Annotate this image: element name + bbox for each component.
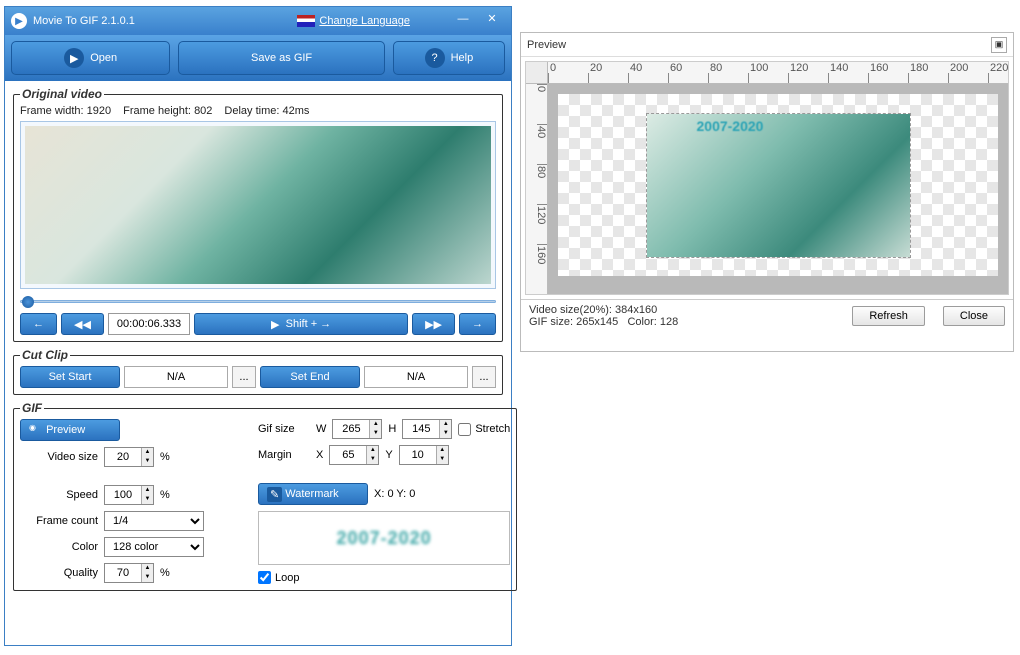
start-value: N/A: [124, 366, 228, 388]
gif-preview-image: 2007-2020: [647, 114, 910, 257]
delay-time-value: 42ms: [283, 105, 310, 117]
flag-icon: [297, 15, 315, 27]
app-title: Movie To GIF 2.1.0.1: [33, 15, 135, 27]
watermark-button[interactable]: ✎ Watermark: [258, 483, 368, 505]
titlebar: ▶ Movie To GIF 2.1.0.1 Change Language —…: [5, 7, 511, 35]
speed-stepper[interactable]: ▲▼: [104, 485, 154, 505]
cut-clip-legend: Cut Clip: [20, 348, 70, 362]
shift-forward-button[interactable]: ▶ Shift + →: [194, 313, 408, 335]
gif-selection[interactable]: 2007-2020: [646, 113, 911, 258]
playback-controls: ← ◀◀ 00:00:06.333 ▶ Shift + → ▶▶ →: [20, 313, 496, 335]
preview-titlebar: Preview ▣: [521, 33, 1013, 57]
start-more-button[interactable]: ...: [232, 366, 256, 388]
end-more-button[interactable]: ...: [472, 366, 496, 388]
preview-title: Preview: [527, 39, 566, 51]
frame-count-select[interactable]: 1/4: [104, 511, 204, 531]
app-icon: ▶: [11, 13, 27, 29]
help-icon: ?: [425, 48, 445, 68]
margin-label: Margin: [258, 449, 310, 461]
seek-end-button[interactable]: →: [459, 313, 496, 335]
gif-fieldset: GIF ◉ Preview Video size ▲▼ % Speed ▲▼: [13, 401, 517, 591]
preview-button[interactable]: ◉ Preview: [20, 419, 120, 441]
quality-label: Quality: [20, 567, 98, 579]
pin-icon[interactable]: ▣: [991, 37, 1007, 53]
close-icon[interactable]: ✕: [479, 12, 505, 30]
preview-window: Preview ▣ 020406080100120140160180200220…: [520, 32, 1014, 352]
video-size-status: 384x160: [615, 304, 657, 316]
color-status: 128: [660, 316, 678, 328]
stretch-checkbox[interactable]: [458, 423, 471, 436]
frame-height-value: 802: [194, 105, 212, 117]
minimize-icon[interactable]: —: [450, 13, 476, 31]
video-meta-row: Frame width: 1920 Frame height: 802 Dela…: [20, 105, 496, 117]
timeline-slider[interactable]: [20, 295, 496, 309]
watermark-icon: ✎: [267, 487, 282, 502]
original-video-fieldset: Original video Frame width: 1920 Frame h…: [13, 87, 503, 342]
watermark-preview: 2007-2020: [258, 511, 510, 565]
watermark-position: X: 0 Y: 0: [374, 488, 415, 500]
speed-label: Speed: [20, 489, 98, 501]
main-toolbar: ▶Open Save as GIF ?Help: [5, 35, 511, 81]
margin-y-stepper[interactable]: ▲▼: [399, 445, 449, 465]
video-size-stepper[interactable]: ▲▼: [104, 447, 154, 467]
margin-x-stepper[interactable]: ▲▼: [329, 445, 379, 465]
ruler-horizontal: 020406080100120140160180200220240: [548, 62, 1008, 84]
seek-back-button[interactable]: ◀◀: [61, 313, 104, 335]
preview-canvas-area: 020406080100120140160180200220240 040801…: [525, 61, 1009, 295]
change-language-link[interactable]: Change Language: [319, 15, 410, 27]
open-button[interactable]: ▶Open: [11, 41, 170, 75]
color-label: Color: [20, 541, 98, 553]
set-end-button[interactable]: Set End: [260, 366, 360, 388]
end-value: N/A: [364, 366, 468, 388]
gif-size-label: Gif size: [258, 423, 310, 435]
preview-canvas[interactable]: 2007-2020: [548, 84, 1008, 294]
gif-width-stepper[interactable]: ▲▼: [332, 419, 382, 439]
refresh-button[interactable]: Refresh: [852, 306, 925, 326]
ruler-corner: [526, 62, 548, 84]
seek-fwd-button[interactable]: ▶▶: [412, 313, 455, 335]
quality-stepper[interactable]: ▲▼: [104, 563, 154, 583]
video-preview: [20, 121, 496, 289]
close-button[interactable]: Close: [943, 306, 1005, 326]
watermark-stamp: 2007-2020: [697, 118, 764, 134]
gif-size-status: 265x145: [576, 316, 618, 328]
preview-icon: ◉: [29, 423, 43, 437]
slider-thumb-icon[interactable]: [22, 296, 34, 308]
original-video-legend: Original video: [20, 87, 104, 101]
color-select[interactable]: 128 color: [104, 537, 204, 557]
loop-checkbox[interactable]: [258, 571, 271, 584]
save-gif-button[interactable]: Save as GIF: [178, 41, 385, 75]
preview-statusbar: Video size(20%): 384x160 GIF size: 265x1…: [521, 299, 1013, 332]
timecode-display: 00:00:06.333: [108, 313, 190, 335]
gif-legend: GIF: [20, 401, 44, 415]
main-window: ▶ Movie To GIF 2.1.0.1 Change Language —…: [4, 6, 512, 646]
set-start-button[interactable]: Set Start: [20, 366, 120, 388]
video-size-label: Video size: [20, 451, 98, 463]
frame-width-value: 1920: [87, 105, 111, 117]
help-button[interactable]: ?Help: [393, 41, 505, 75]
cut-clip-fieldset: Cut Clip Set Start N/A ... Set End N/A .…: [13, 348, 503, 395]
gif-height-stepper[interactable]: ▲▼: [402, 419, 452, 439]
ruler-vertical: 04080120160: [526, 84, 548, 294]
play-icon: ▶: [64, 48, 84, 68]
seek-start-button[interactable]: ←: [20, 313, 57, 335]
frame-count-label: Frame count: [20, 515, 98, 527]
window-controls: — ✕: [450, 12, 505, 31]
